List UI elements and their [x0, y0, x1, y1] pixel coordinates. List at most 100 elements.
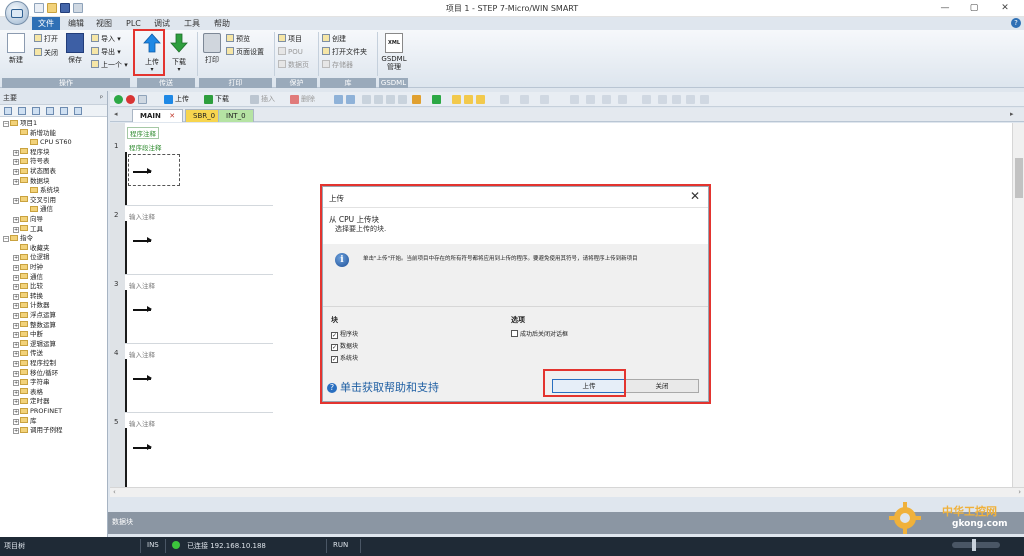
tab-main[interactable]: MAIN ✕ [132, 109, 184, 122]
scroll-left-icon[interactable]: ‹ [113, 488, 116, 496]
toolbar-download-button[interactable]: 下载 [215, 94, 229, 105]
tab-scroll-right-icon[interactable]: ▸ [1010, 110, 1014, 118]
open-folder-icon[interactable] [47, 3, 57, 13]
vertical-line-icon[interactable] [602, 95, 611, 104]
layout-icon[interactable] [74, 107, 82, 115]
tree-item[interactable]: + 比较 [13, 282, 43, 292]
tree-item[interactable]: + 工具 [13, 225, 43, 235]
pou-comment-icon[interactable] [672, 95, 681, 104]
tree-item[interactable]: + 向导 [13, 215, 43, 225]
data-block-bar[interactable]: 数据块 [108, 512, 1024, 534]
network-comment[interactable]: 输入注释 [129, 211, 155, 221]
tree-item[interactable]: 新增功能 [13, 129, 56, 139]
checkbox-data-block[interactable]: ✓ 数据块 [331, 341, 358, 351]
datapage-button[interactable]: 数据页 [278, 60, 309, 71]
tree-expander-icon[interactable]: + [13, 226, 19, 233]
force-all-icon[interactable] [476, 95, 485, 104]
run-icon[interactable] [114, 95, 123, 104]
menu-tools[interactable]: 工具 [178, 17, 206, 30]
coil-icon[interactable] [520, 95, 529, 104]
tree-expander-icon[interactable]: + [13, 380, 19, 387]
options-icon[interactable] [46, 107, 54, 115]
new-file-icon[interactable] [34, 3, 44, 13]
toolbar-upload-icon[interactable] [164, 95, 173, 104]
tree-item[interactable]: + 传送 [13, 349, 43, 359]
bookmark-clear-icon[interactable] [398, 95, 407, 104]
tree-item[interactable]: + 数据块 [13, 177, 50, 187]
network-comment-icon[interactable] [686, 95, 695, 104]
pou-button[interactable]: POU [278, 47, 303, 58]
tree-expander-icon[interactable]: + [13, 389, 19, 396]
project-button[interactable]: 项目 [278, 34, 302, 45]
dialog-close-button[interactable]: 关闭 [625, 379, 699, 393]
checkbox-close-on-success[interactable]: 成功后关闭对话框 [511, 329, 568, 338]
tree-expander-icon[interactable]: + [13, 149, 19, 156]
create-library-button[interactable]: 创建 [322, 34, 346, 45]
tab-int0[interactable]: INT_0 [218, 109, 254, 122]
program-status-icon[interactable] [432, 95, 441, 104]
bookmark-next-icon[interactable] [374, 95, 383, 104]
open-button[interactable]: 打开 [34, 34, 58, 45]
tree-expander-icon[interactable]: + [13, 341, 19, 348]
tree-item[interactable]: + PROFINET [13, 407, 62, 417]
new-button[interactable]: 新建 [4, 33, 28, 65]
tree-expander-icon[interactable]: + [13, 293, 19, 300]
network-comment[interactable]: 程序段注释 [129, 142, 162, 152]
pin-icon[interactable]: ᵖ [100, 91, 103, 105]
menu-help[interactable]: 帮助 [208, 17, 236, 30]
tab-close-icon[interactable]: ✕ [169, 112, 175, 120]
save-button[interactable]: 保存 [63, 33, 87, 65]
compile-icon[interactable] [138, 95, 147, 104]
tree-expander-icon[interactable]: + [13, 159, 19, 166]
menu-file[interactable]: 文件 [32, 17, 60, 30]
tree-item[interactable]: + 表格 [13, 388, 43, 398]
tree-expander-icon[interactable]: + [13, 351, 19, 358]
tree-item[interactable]: + 计数器 [13, 301, 50, 311]
properties-small-icon[interactable] [700, 95, 709, 104]
tree-item[interactable]: + 交叉引用 [13, 196, 56, 206]
gsdml-manage-button[interactable]: XML GSDML 管理 [381, 33, 407, 71]
import-button[interactable]: 导入 ▾ [91, 34, 121, 45]
monitor-icon[interactable] [334, 95, 343, 104]
tree-item[interactable]: + 浮点运算 [13, 311, 56, 321]
network-comment[interactable]: 输入注释 [129, 349, 155, 359]
tree-expander-icon[interactable]: + [13, 370, 19, 377]
close-button[interactable]: 关闭 [34, 48, 58, 59]
export-button[interactable]: 导出 ▾ [91, 47, 121, 58]
previous-button[interactable]: 上一个 ▾ [91, 60, 128, 71]
insert-button[interactable]: 插入 [261, 94, 275, 105]
tree-expander-icon[interactable]: + [13, 332, 19, 339]
tree-item[interactable]: + 逻辑运算 [13, 340, 56, 350]
tree-item[interactable]: 收藏夹 [13, 244, 50, 254]
tree-expander-icon[interactable]: − [3, 236, 9, 243]
tree-item[interactable]: − 项目1 [3, 119, 37, 129]
tree-expander-icon[interactable]: + [13, 361, 19, 367]
save-icon[interactable] [60, 3, 70, 13]
tree-expander-icon[interactable]: + [13, 274, 19, 281]
properties-icon[interactable] [32, 107, 40, 115]
tab-scroll-left-icon[interactable]: ◂ [114, 110, 118, 118]
tree-item[interactable]: − 指令 [3, 234, 33, 244]
open-folder-button[interactable]: 打开文件夹 [322, 47, 367, 58]
branch-icon[interactable] [570, 95, 579, 104]
checkbox-box[interactable] [511, 330, 518, 337]
application-menu-button[interactable] [5, 1, 29, 25]
symbol-icon[interactable] [658, 95, 667, 104]
zoom-slider-thumb[interactable] [972, 539, 976, 551]
checkbox-box[interactable]: ✓ [331, 356, 338, 363]
checkbox-program-block[interactable]: ✓ 程序块 [331, 329, 358, 339]
tree-item[interactable]: + 程序控制 [13, 359, 56, 369]
tree-item[interactable]: + 中断 [13, 330, 43, 340]
tree-item[interactable]: + 移位/循环 [13, 369, 58, 379]
tree-expander-icon[interactable]: + [13, 169, 19, 175]
vertical-scrollbar[interactable] [1012, 123, 1024, 487]
tree-view-icon[interactable] [4, 107, 12, 115]
tree-item[interactable]: + 时钟 [13, 263, 43, 273]
print-button[interactable]: 打印 [200, 33, 224, 65]
tree-item[interactable]: + 符号表 [13, 157, 50, 167]
tree-item[interactable]: 通信 [23, 205, 53, 215]
tree-item[interactable]: + 状态图表 [13, 167, 56, 177]
lock-icon[interactable] [452, 95, 461, 104]
tree-expander-icon[interactable]: + [13, 197, 19, 204]
close-window-button[interactable]: ✕ [988, 0, 1022, 16]
